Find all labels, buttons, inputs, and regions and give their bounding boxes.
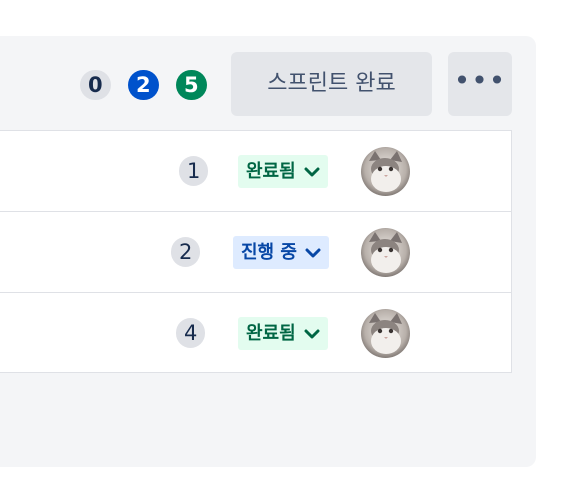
assignee-avatar[interactable] [361,147,410,196]
sprint-panel: 0 2 5 스프린트 완료 ••• 1 완료됨 2 진행 중 4 완료됨 [0,36,536,467]
complete-sprint-button[interactable]: 스프린트 완료 [231,52,432,116]
issue-list: 1 완료됨 2 진행 중 4 완료됨 [0,130,512,373]
assignee-avatar[interactable] [361,309,410,358]
more-actions-button[interactable]: ••• [448,52,512,116]
more-icon: ••• [453,64,507,97]
status-label: 완료됨 [246,161,296,182]
todo-count-badge: 0 [80,70,111,100]
story-points-badge: 2 [171,237,201,267]
story-points-badge: 4 [176,318,206,348]
status-label: 완료됨 [246,323,296,344]
cat-avatar-icon [361,147,410,196]
issue-row[interactable]: 2 진행 중 [0,212,511,293]
sprint-header: 0 2 5 스프린트 완료 ••• [0,36,536,130]
story-points-badge: 1 [179,156,209,186]
issue-row[interactable]: 1 완료됨 [0,131,511,212]
chevron-down-icon [304,329,320,339]
chevron-down-icon [305,248,321,258]
status-dropdown[interactable]: 완료됨 [238,155,328,188]
cat-avatar-icon [361,228,410,277]
in-progress-count-badge: 2 [128,70,159,100]
done-count-badge: 5 [176,70,207,100]
status-label: 진행 중 [241,242,297,263]
cat-avatar-icon [361,309,410,358]
chevron-down-icon [304,167,320,177]
status-dropdown[interactable]: 진행 중 [233,236,330,269]
assignee-avatar[interactable] [361,228,410,277]
issue-row[interactable]: 4 완료됨 [0,293,511,373]
status-dropdown[interactable]: 완료됨 [238,317,328,350]
